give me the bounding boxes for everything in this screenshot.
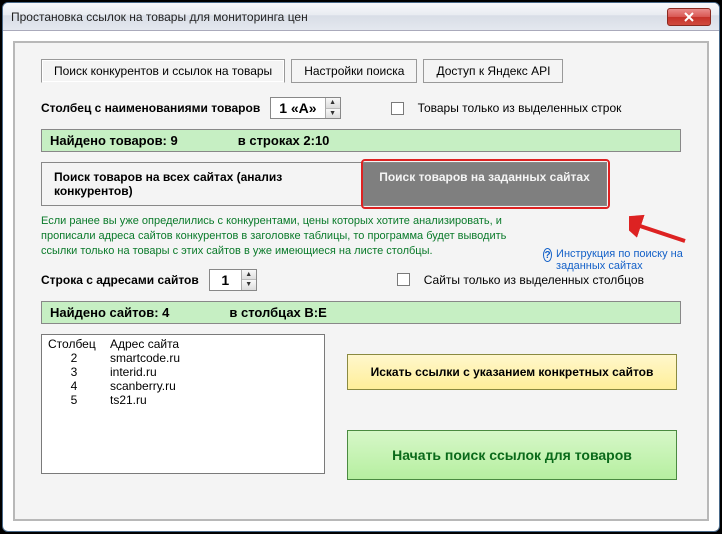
- found-products-count: Найдено товаров: 9: [50, 133, 178, 148]
- tabstrip: Поиск конкурентов и ссылок на товары Нас…: [41, 59, 695, 83]
- list-item[interactable]: 4 scanberry.ru: [48, 379, 318, 393]
- tab-search-competitors[interactable]: Поиск конкурентов и ссылок на товары: [41, 59, 285, 83]
- found-products-range: в строках 2:10: [238, 133, 330, 148]
- client-area: Поиск конкурентов и ссылок на товары Нас…: [13, 41, 709, 521]
- start-search-button[interactable]: Начать поиск ссылок для товаров: [347, 430, 677, 480]
- help-icon: ?: [543, 248, 552, 262]
- found-sites-bar: Найдено сайтов: 4 в столбцах B:E: [41, 301, 681, 324]
- checkbox-selected-rows-label: Товары только из выделенных строк: [418, 101, 622, 115]
- tab-search-settings[interactable]: Настройки поиска: [291, 59, 417, 83]
- sites-row-spinner[interactable]: 1 ▲ ▼: [209, 269, 257, 291]
- spinner-up-icon[interactable]: ▲: [326, 98, 340, 109]
- big-tabs: Поиск товаров на всех сайтах (анализ кон…: [41, 162, 681, 206]
- product-column-spinner[interactable]: 1 «A» ▲ ▼: [270, 97, 340, 119]
- checkbox-selected-cols[interactable]: [397, 273, 410, 286]
- checkbox-selected-cols-label: Сайты только из выделенных столбцов: [424, 273, 644, 287]
- found-sites-range: в столбцах B:E: [229, 305, 326, 320]
- tab-yandex-api[interactable]: Доступ к Яндекс API: [423, 59, 563, 83]
- big-tab-all-sites[interactable]: Поиск товаров на всех сайтах (анализ кон…: [41, 162, 363, 206]
- spinner-down-icon[interactable]: ▼: [242, 280, 256, 290]
- titlebar: Простановка ссылок на товары для монитор…: [3, 3, 719, 31]
- help-link-label: Инструкция по поиску на заданных сайтах: [556, 248, 683, 272]
- checkbox-selected-rows[interactable]: [391, 102, 404, 115]
- list-header-site: Адрес сайта: [110, 337, 179, 351]
- search-specific-sites-button[interactable]: Искать ссылки с указанием конкретных сай…: [347, 354, 677, 390]
- close-icon: [683, 12, 695, 22]
- highlight-outline: [361, 159, 610, 209]
- annotation-arrow-icon: [629, 213, 689, 247]
- close-button[interactable]: [667, 8, 711, 26]
- window-title: Простановка ссылок на товары для монитор…: [11, 10, 667, 24]
- help-link[interactable]: ? Инструкция по поиску на заданных сайта…: [543, 248, 683, 272]
- product-column-label: Столбец с наименованиями товаров: [41, 101, 260, 115]
- list-item[interactable]: 5 ts21.ru: [48, 393, 318, 407]
- found-products-bar: Найдено товаров: 9 в строках 2:10: [41, 129, 681, 152]
- big-tab-given-sites[interactable]: Поиск товаров на заданных сайтах: [363, 162, 607, 206]
- spinner-down-icon[interactable]: ▼: [326, 109, 340, 119]
- found-sites-count: Найдено сайтов: 4: [50, 305, 169, 320]
- spinner-up-icon[interactable]: ▲: [242, 270, 256, 281]
- sites-listbox[interactable]: Столбец Адрес сайта 2 smartcode.ru 3 int…: [41, 334, 325, 474]
- info-note: Если ранее вы уже определились с конкуре…: [41, 214, 511, 259]
- dialog-window: Простановка ссылок на товары для монитор…: [2, 2, 720, 532]
- list-header-column: Столбец: [48, 337, 100, 351]
- big-tab-given-sites-label: Поиск товаров на заданных сайтах: [379, 170, 590, 184]
- list-item[interactable]: 3 interid.ru: [48, 365, 318, 379]
- list-item[interactable]: 2 smartcode.ru: [48, 351, 318, 365]
- row-product-column: Столбец с наименованиями товаров 1 «A» ▲…: [41, 97, 681, 119]
- sites-row-value: 1: [210, 270, 242, 290]
- product-column-value: 1 «A»: [271, 98, 325, 118]
- sites-row-label: Строка с адресами сайтов: [41, 273, 199, 287]
- sites-area: Столбец Адрес сайта 2 smartcode.ru 3 int…: [41, 334, 681, 480]
